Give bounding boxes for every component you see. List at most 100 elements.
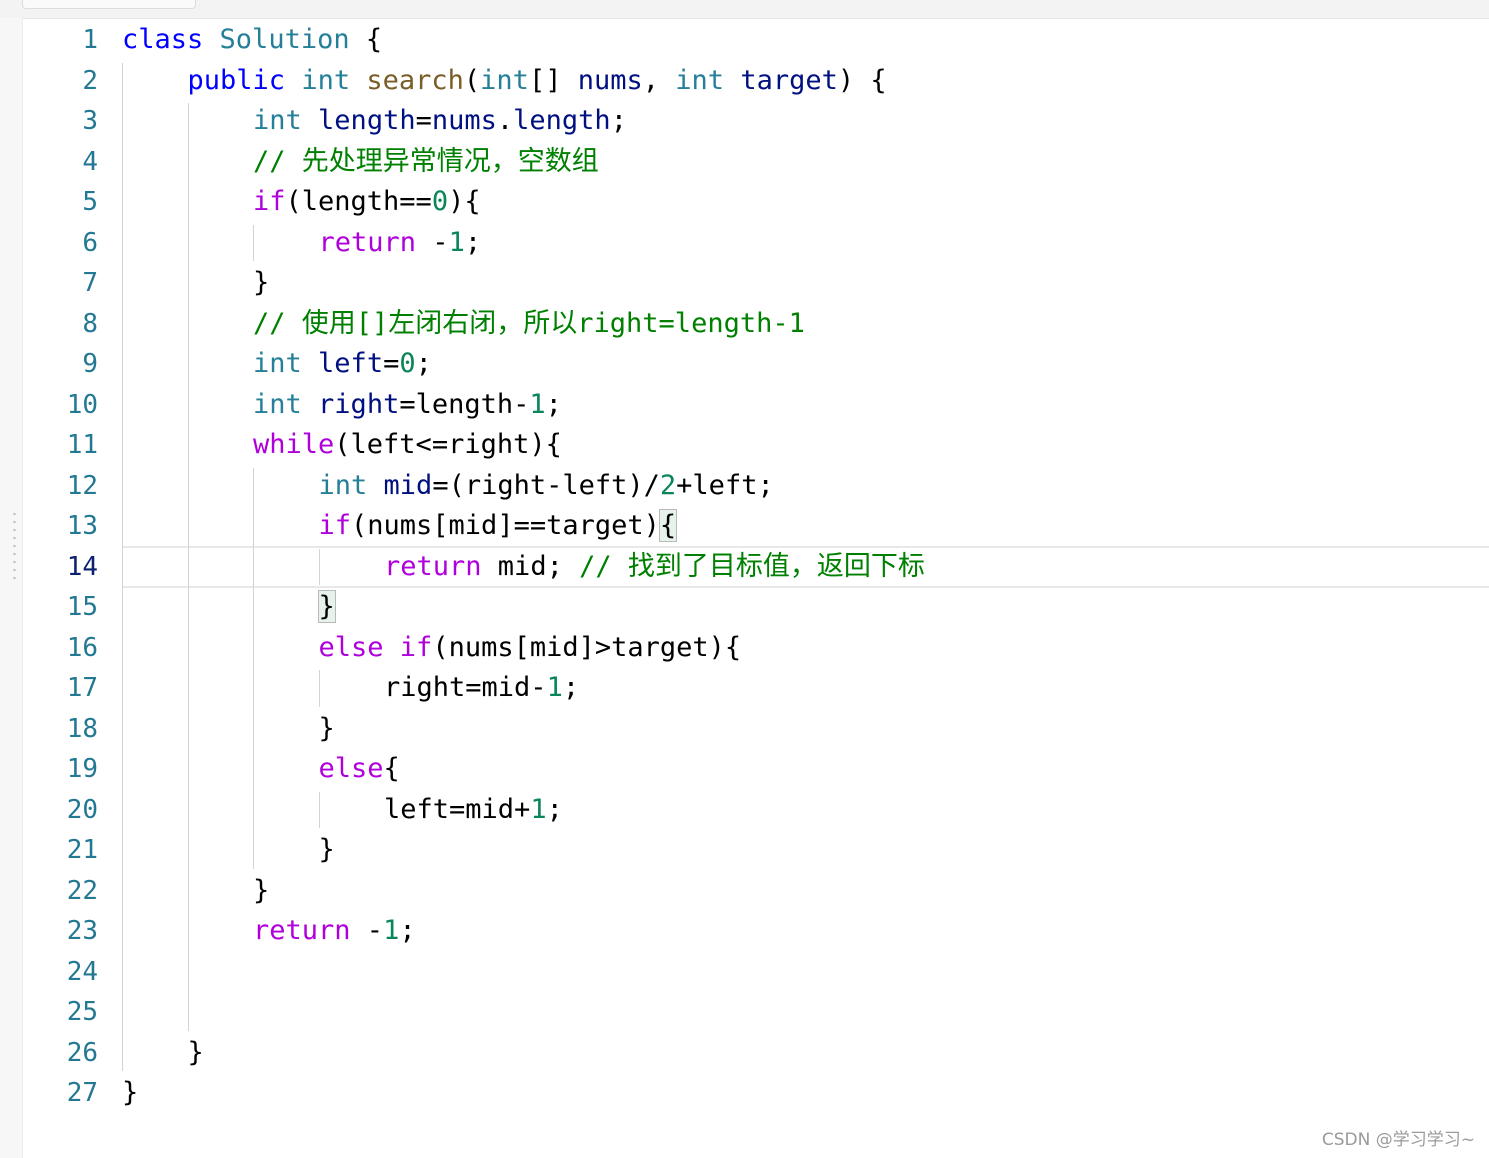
code-token: { [349,24,383,55]
code-line[interactable]: 9 int left=0; [22,344,1489,384]
code-token: ; [546,793,563,825]
code-token: ; [464,226,482,258]
code-token: } [317,590,336,623]
code-editor[interactable]: 1 class Solution {2 public int search(int[… [22,18,1489,1158]
code-text: int mid=(right-left)/2+left; [319,466,774,506]
code-line[interactable]: 17 right=mid-1; [22,668,1489,708]
code-line[interactable]: 27} [22,1073,1489,1113]
code-token: (left<=right){ [334,429,562,460]
code-token: length [513,105,611,136]
code-token: else [318,631,384,663]
code-token: { [383,753,400,784]
code-line[interactable]: 2 public int search(int[] nums, int targe… [22,61,1489,101]
line-number: 17 [66,673,98,703]
line-number: 2 [82,65,98,96]
code-line[interactable]: 4 // 先处理异常情况，空数组 [22,142,1489,182]
code-text: class Solution { [122,20,382,60]
code-line[interactable]: 3 int length=nums.length; [22,101,1489,141]
code-token: else [318,753,384,784]
code-line[interactable]: 20 left=mid+1; [22,790,1489,830]
code-text: } [319,709,335,749]
line-number: 19 [66,754,98,784]
line-number: 9 [82,349,98,379]
code-token: { [658,509,678,542]
code-text: } [253,263,269,303]
code-line[interactable]: 25 [22,992,1489,1032]
code-line[interactable]: 13 if(nums[mid]==target){ [22,506,1489,546]
code-token: , [642,64,676,96]
code-token: [] [528,64,578,96]
code-text: left=mid+1; [384,790,563,830]
code-token: } [253,267,270,298]
code-text: return mid; // 找到了目标值，返回下标 [384,547,925,587]
code-token: ; [415,348,432,379]
code-token: ; [399,915,416,946]
code-token: int [318,469,368,501]
line-number: 16 [66,632,98,663]
code-token: int [675,64,725,96]
code-line[interactable]: 8 // 使用[]左闭右闭，所以right=length-1 [22,304,1489,344]
code-token: ){ [448,186,481,217]
code-line[interactable]: 26} [22,1033,1489,1073]
line-number: 25 [66,997,98,1027]
code-token: right [318,388,400,420]
code-text: else if(nums[mid]>target){ [319,628,742,668]
code-token: ) { [837,64,887,96]
code-token: 1 [546,672,563,703]
line-number: 15 [66,592,98,622]
code-line[interactable]: 16 else if(nums[mid]>target){ [22,628,1489,668]
code-line[interactable]: 11 while(left<=right){ [22,425,1489,465]
code-line[interactable]: 12 int mid=(right-left)/2+left; [22,466,1489,506]
line-number: 6 [82,227,98,258]
code-text: int length=nums.length; [253,101,627,141]
line-number: 10 [66,389,98,420]
code-line[interactable]: 15} [22,587,1489,627]
code-text: // 使用[]左闭右闭，所以right=length-1 [253,304,805,344]
resize-handle-icon[interactable] [13,510,16,580]
code-text: int left=0; [253,344,432,384]
code-token: // 使用[]左闭右闭，所以right=length-1 [253,307,805,339]
code-token: =(right-left)/ [432,469,660,501]
code-text: if(length==0){ [253,182,481,222]
code-token: +left; [676,469,774,501]
code-token: int [253,348,302,379]
line-number: 8 [82,308,98,339]
code-token: if [318,510,352,541]
code-token: } [122,1077,139,1108]
code-line[interactable]: 19 else{ [22,749,1489,789]
code-token: class [122,24,204,55]
code-line[interactable]: 24 [22,952,1489,992]
line-number: 26 [66,1037,98,1068]
code-line[interactable]: 14 return mid; // 找到了目标值，返回下标 [22,547,1489,587]
code-token: =length- [399,388,530,420]
code-text: else{ [319,749,400,789]
code-line[interactable]: 6 return -1; [22,223,1489,263]
editor-tab[interactable] [22,0,196,9]
code-token: 1 [448,226,465,258]
code-token: 0 [431,186,449,217]
code-line[interactable]: 1 class Solution { [22,20,1489,60]
code-line[interactable]: 22} [22,871,1489,911]
code-token: ( [463,64,481,96]
code-token: (nums[mid]==target) [351,510,660,541]
code-token: mid; [481,550,580,582]
code-text: } [122,1073,138,1113]
code-token: 2 [659,469,677,501]
code-line[interactable]: 21} [22,830,1489,870]
code-line[interactable]: 7} [22,263,1489,303]
code-token: } [187,1036,204,1068]
code-line[interactable]: 5 if(length==0){ [22,182,1489,222]
code-line[interactable]: 23 return -1; [22,911,1489,951]
code-token: nums [431,105,497,136]
code-token: // 找到了目标值，返回下标 [579,550,925,582]
code-token: . [496,105,514,136]
line-number: 3 [82,106,98,136]
code-token: int [253,388,302,420]
code-token: = [383,348,400,379]
code-token: int [301,64,351,96]
code-line[interactable]: 18} [22,709,1489,749]
code-line[interactable]: 10 int right=length-1; [22,385,1489,425]
